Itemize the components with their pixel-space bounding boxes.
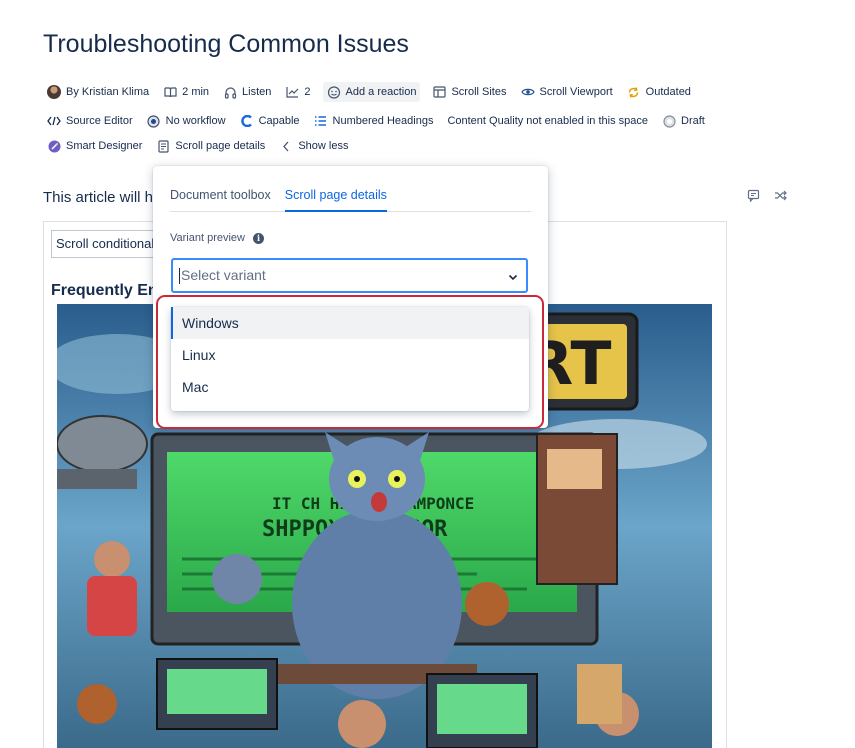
- panel-tabs: Document toolbox Scroll page details: [170, 188, 531, 212]
- outdated-status[interactable]: Outdated: [625, 82, 693, 102]
- numbered-headings-button[interactable]: Numbered Headings: [312, 111, 436, 131]
- listen-button[interactable]: Listen: [221, 82, 273, 102]
- content-quality-status[interactable]: Content Quality not enabled in this spac…: [445, 111, 650, 131]
- layout-icon: [432, 85, 446, 99]
- variant-select[interactable]: Select variant: [171, 258, 528, 293]
- variant-select-value: Select variant: [179, 266, 266, 285]
- confluence-page: Troubleshooting Common Issues By Kristia…: [0, 0, 855, 748]
- option-linux[interactable]: Linux: [171, 339, 529, 371]
- chevron-down-icon: [508, 268, 518, 284]
- document-icon: [156, 139, 170, 153]
- headphones-icon: [223, 85, 237, 99]
- show-less-button[interactable]: Show less: [277, 136, 350, 156]
- workflow-circle-icon: [147, 114, 161, 128]
- info-icon[interactable]: i: [253, 232, 264, 244]
- scroll-viewport-button[interactable]: Scroll Viewport: [519, 82, 615, 102]
- comment-icon[interactable]: [747, 189, 760, 207]
- chevron-left-icon: [279, 139, 293, 153]
- text-cursor: [179, 268, 180, 285]
- byline-row-1: By Kristian Klima 2 min Listen 2 Add a r…: [45, 82, 693, 102]
- scroll-page-details-button[interactable]: Scroll page details: [154, 136, 267, 156]
- draft-circle-icon: [662, 114, 676, 128]
- inline-actions: [747, 189, 787, 207]
- smiley-add-icon: [327, 85, 341, 99]
- faq-heading: Frequently En: [51, 282, 158, 299]
- refresh-icon: [627, 85, 641, 99]
- byline-row-3: Smart Designer Scroll page details Show …: [45, 136, 350, 156]
- analytics-button[interactable]: 2: [283, 82, 312, 102]
- scroll-sites-button[interactable]: Scroll Sites: [430, 82, 508, 102]
- option-mac[interactable]: Mac: [171, 371, 529, 403]
- capable-c-icon: [240, 114, 254, 128]
- smart-designer-icon: [47, 139, 61, 153]
- shuffle-icon[interactable]: [774, 189, 787, 207]
- tab-scroll-page-details[interactable]: Scroll page details: [284, 188, 387, 212]
- source-editor-button[interactable]: Source Editor: [45, 111, 135, 131]
- avatar: [47, 85, 61, 99]
- variant-preview-label: Variant preview i: [170, 232, 264, 244]
- variant-options-menu: Windows Linux Mac: [171, 307, 529, 411]
- read-time: 2 min: [161, 82, 211, 102]
- trend-chart-icon: [285, 85, 299, 99]
- option-windows[interactable]: Windows: [171, 307, 529, 339]
- intro-paragraph: This article will h: [43, 189, 154, 206]
- add-reaction-button[interactable]: Add a reaction: [322, 82, 421, 102]
- code-icon: [47, 114, 61, 128]
- author-byline[interactable]: By Kristian Klima: [45, 82, 151, 102]
- book-icon: [163, 85, 177, 99]
- draft-status[interactable]: Draft: [660, 111, 707, 131]
- byline-row-2: Source Editor No workflow Capable Number…: [45, 111, 707, 131]
- capable-button[interactable]: Capable: [238, 111, 302, 131]
- numbered-list-icon: [314, 114, 328, 128]
- eye-icon: [520, 85, 535, 99]
- tab-document-toolbox[interactable]: Document toolbox: [170, 188, 271, 212]
- page-title: Troubleshooting Common Issues: [43, 30, 409, 58]
- workflow-status[interactable]: No workflow: [145, 111, 228, 131]
- smart-designer-button[interactable]: Smart Designer: [45, 136, 144, 156]
